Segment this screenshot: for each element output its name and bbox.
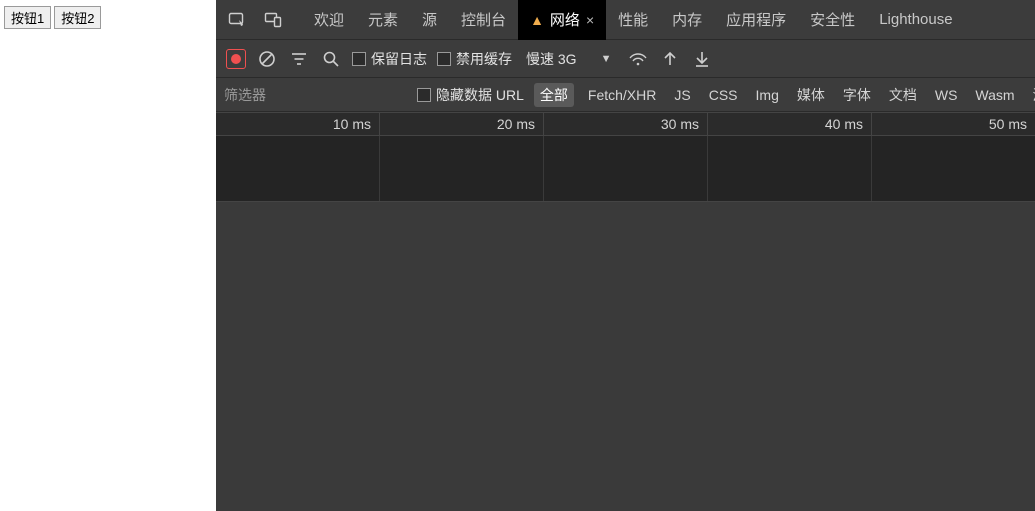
tab-security[interactable]: 安全性 <box>798 0 867 40</box>
page-button-2[interactable]: 按钮2 <box>54 6 101 29</box>
network-request-list[interactable] <box>216 202 1035 511</box>
tab-lighthouse[interactable]: Lighthouse <box>867 0 964 40</box>
tab-application[interactable]: 应用程序 <box>714 0 798 40</box>
tab-label: 控制台 <box>461 9 506 30</box>
network-conditions-icon[interactable] <box>627 48 649 70</box>
tab-sources[interactable]: 源 <box>410 0 449 40</box>
tab-label: 欢迎 <box>314 9 344 30</box>
search-icon[interactable] <box>320 48 342 70</box>
network-toolbar: 保留日志 禁用缓存 慢速 3G ▼ <box>216 40 1035 78</box>
devtools-tabbar: 欢迎 元素 源 控制台 ▲ 网络 × 性能 内存 应用程序 安全性 Lighth… <box>216 0 1035 40</box>
filter-type-wasm[interactable]: Wasm <box>971 85 1018 105</box>
timeline-tick: 50 ms <box>872 113 1035 135</box>
tab-label: 应用程序 <box>726 9 786 30</box>
tab-label: 内存 <box>672 9 702 30</box>
tab-label: 元素 <box>368 9 398 30</box>
filter-type-ws[interactable]: WS <box>931 85 962 105</box>
close-icon[interactable]: × <box>586 12 594 28</box>
timeline-tick: 40 ms <box>708 113 872 135</box>
tab-memory[interactable]: 内存 <box>660 0 714 40</box>
tab-welcome[interactable]: 欢迎 <box>302 0 356 40</box>
page-button-1[interactable]: 按钮1 <box>4 6 51 29</box>
filter-type-all[interactable]: 全部 <box>534 83 574 107</box>
upload-icon[interactable] <box>659 48 681 70</box>
clear-icon[interactable] <box>256 48 278 70</box>
timeline-tick: 20 ms <box>380 113 544 135</box>
timeline-tick: 30 ms <box>544 113 708 135</box>
tab-label: 源 <box>422 9 437 30</box>
tab-label: 网络 <box>550 9 580 30</box>
download-icon[interactable] <box>691 48 713 70</box>
tab-label: 性能 <box>618 9 648 30</box>
inspect-element-icon[interactable] <box>222 5 252 35</box>
tab-console[interactable]: 控制台 <box>449 0 518 40</box>
filter-type-fetchxhr[interactable]: Fetch/XHR <box>584 85 660 105</box>
tab-label: Lighthouse <box>879 11 952 28</box>
preserve-log-input[interactable] <box>352 52 366 66</box>
filter-type-css[interactable]: CSS <box>705 85 742 105</box>
filter-type-img[interactable]: Img <box>752 85 783 105</box>
hide-data-urls-input[interactable] <box>417 88 431 102</box>
disable-cache-label: 禁用缓存 <box>456 49 512 69</box>
disable-cache-checkbox[interactable]: 禁用缓存 <box>437 49 512 69</box>
tab-network[interactable]: ▲ 网络 × <box>518 0 606 40</box>
network-filterbar: 隐藏数据 URL 全部 Fetch/XHR JS CSS Img 媒体 字体 文… <box>216 78 1035 112</box>
timeline-tick: 10 ms <box>216 113 380 135</box>
preserve-log-label: 保留日志 <box>371 49 427 69</box>
record-dot-icon <box>231 54 241 64</box>
record-button[interactable] <box>226 49 246 69</box>
filter-type-doc[interactable]: 文档 <box>885 83 921 107</box>
filter-type-media[interactable]: 媒体 <box>793 83 829 107</box>
throttling-select[interactable]: 慢速 3G <box>522 49 581 69</box>
tab-elements[interactable]: 元素 <box>356 0 410 40</box>
tab-performance[interactable]: 性能 <box>606 0 660 40</box>
filter-icon[interactable] <box>288 48 310 70</box>
chevron-down-icon[interactable]: ▼ <box>601 53 612 65</box>
warning-icon: ▲ <box>530 12 544 28</box>
device-toggle-icon[interactable] <box>258 5 288 35</box>
hide-data-urls-label: 隐藏数据 URL <box>436 85 524 105</box>
filter-type-font[interactable]: 字体 <box>839 83 875 107</box>
filter-input[interactable] <box>222 83 407 107</box>
timeline-overview[interactable] <box>216 136 1035 202</box>
devtools-panel: 欢迎 元素 源 控制台 ▲ 网络 × 性能 内存 应用程序 安全性 Lighth… <box>216 0 1035 511</box>
page-content: 按钮1按钮2 <box>0 0 216 511</box>
filter-type-manifest[interactable]: 清单 <box>1029 83 1035 107</box>
disable-cache-input[interactable] <box>437 52 451 66</box>
filter-type-js[interactable]: JS <box>670 85 694 105</box>
timeline-ruler[interactable]: 10 ms 20 ms 30 ms 40 ms 50 ms <box>216 112 1035 136</box>
hide-data-urls-checkbox[interactable]: 隐藏数据 URL <box>417 85 524 105</box>
preserve-log-checkbox[interactable]: 保留日志 <box>352 49 427 69</box>
tab-label: 安全性 <box>810 9 855 30</box>
